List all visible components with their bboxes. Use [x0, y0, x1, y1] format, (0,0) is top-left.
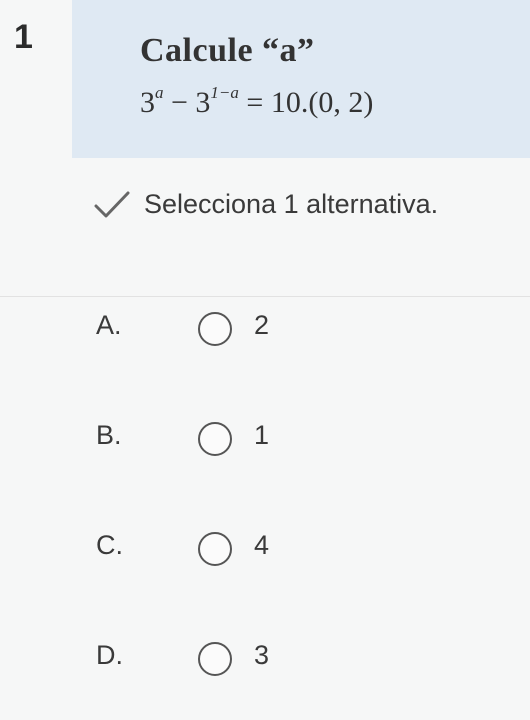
- check-icon: [94, 191, 130, 218]
- option-letter: B.: [96, 420, 122, 450]
- question-number: 1: [14, 18, 33, 56]
- option-a[interactable]: A. 2: [0, 270, 530, 378]
- radio-button-icon[interactable]: [198, 312, 232, 346]
- equation-rhs: = 10.(0, 2): [238, 86, 374, 119]
- option-value: 4: [254, 530, 270, 560]
- option-value: 2: [254, 310, 270, 340]
- equation-exponent-1: a: [155, 83, 164, 102]
- equation-exponent-2: 1−a: [210, 83, 239, 102]
- option-value: 3: [254, 640, 270, 670]
- equation: 3a − 31−a = 10.(0, 2): [140, 83, 374, 120]
- radio-button-icon[interactable]: [198, 422, 232, 456]
- option-letter: C.: [96, 530, 123, 560]
- instruction-text: Selecciona 1 alternativa.: [144, 188, 439, 219]
- equation-base-1: 3: [140, 86, 155, 119]
- instruction: Selecciona 1 alternativa.: [92, 184, 438, 224]
- option-value: 1: [254, 420, 270, 450]
- question-prompt: Calcule “a”: [140, 32, 315, 69]
- option-d[interactable]: D. 3: [0, 600, 530, 708]
- option-b[interactable]: B. 1: [0, 380, 530, 488]
- equation-minus: −: [163, 86, 196, 119]
- option-letter: A.: [96, 310, 122, 340]
- option-letter: D.: [96, 640, 123, 670]
- radio-button-icon[interactable]: [198, 642, 232, 676]
- question-box: [72, 0, 530, 158]
- equation-base-2: 3: [195, 86, 211, 119]
- option-c[interactable]: C. 4: [0, 490, 530, 598]
- radio-button-icon[interactable]: [198, 532, 232, 566]
